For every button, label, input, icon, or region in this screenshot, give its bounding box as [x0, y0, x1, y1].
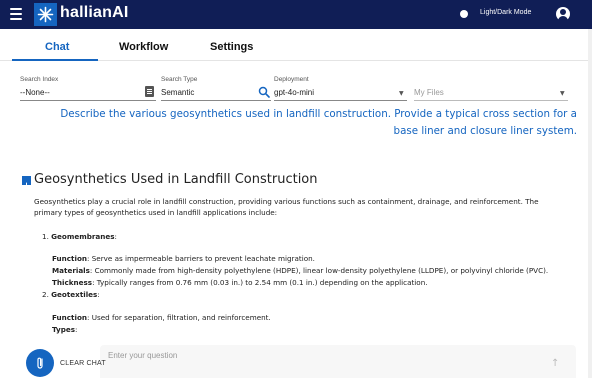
- detail-text: : Commonly made from high-density polyet…: [89, 266, 549, 275]
- theme-toggle-icon[interactable]: [460, 10, 468, 18]
- clear-chat-button[interactable]: CLEAR CHAT: [60, 360, 106, 367]
- my-files-select[interactable]: My Files: [414, 88, 444, 97]
- paperclip-icon: [37, 357, 43, 369]
- search-index-label: Search Index: [20, 76, 59, 83]
- detail-line: Materials: Commonly made from high-densi…: [52, 265, 572, 276]
- list-number: 1.: [42, 232, 49, 241]
- answer-intro: Geosynthetics play a crucial role in lan…: [34, 197, 539, 217]
- list-item-heading: Geotextiles: [51, 290, 98, 299]
- list-item-heading: Geomembranes: [51, 232, 115, 241]
- list-number: 2.: [42, 290, 49, 299]
- detail-text: : Serve as impermeable barriers to preve…: [87, 254, 315, 263]
- detail-key: Materials: [52, 266, 90, 275]
- detail-key: Function: [52, 254, 87, 263]
- search-type-label: Search Type: [161, 76, 198, 83]
- deployment-label: Deployment: [274, 76, 309, 83]
- detail-key: Thickness: [52, 278, 93, 287]
- detail-line: Types:: [52, 324, 572, 335]
- document-icon[interactable]: [145, 86, 154, 97]
- detail-text: : Typically ranges from 0.76 mm (0.03 in…: [92, 278, 428, 287]
- assistant-avatar-icon: [22, 176, 31, 191]
- detail-line: Function: Serve as impermeable barriers …: [52, 253, 572, 264]
- detail-text: : Used for separation, filtration, and r…: [87, 313, 271, 322]
- user-question: Describe the various geosynthetics used …: [60, 108, 577, 137]
- search-index-underline: [20, 100, 156, 101]
- answer-title: Geosynthetics Used in Landfill Construct…: [34, 172, 318, 187]
- my-files-underline: [414, 100, 568, 101]
- search-type-underline: [161, 100, 271, 101]
- list-item-suffix: :: [114, 232, 117, 241]
- list-item: 1. Geomembranes:: [42, 232, 117, 241]
- list-item-suffix: :: [97, 290, 100, 299]
- top-app-bar: hallianAI Light/Dark Mode: [0, 0, 592, 29]
- menu-icon[interactable]: [10, 8, 22, 20]
- detail-key: Function: [52, 313, 87, 322]
- tab-chat[interactable]: Chat: [45, 41, 69, 53]
- user-avatar-icon[interactable]: [556, 7, 570, 21]
- deployment-underline: [274, 100, 407, 101]
- detail-key: Types: [52, 325, 76, 334]
- page-scrollbar[interactable]: [588, 29, 592, 378]
- detail-line: Thickness: Typically ranges from 0.76 mm…: [52, 277, 572, 288]
- attach-file-button[interactable]: [26, 349, 54, 377]
- tab-settings[interactable]: Settings: [210, 41, 253, 53]
- list-item: 2. Geotextiles:: [42, 290, 100, 299]
- brand-name: hallianAI: [60, 4, 129, 21]
- detail-line: Function: Used for separation, filtratio…: [52, 312, 572, 323]
- search-icon[interactable]: [258, 86, 270, 98]
- search-index-select[interactable]: --None--: [20, 88, 50, 97]
- deployment-chevron-down-icon[interactable]: ▼: [399, 90, 404, 97]
- detail-text: :: [75, 325, 78, 334]
- question-input[interactable]: [108, 348, 528, 362]
- tab-workflow[interactable]: Workflow: [119, 41, 168, 53]
- tab-bar: Chat Workflow Settings: [0, 37, 592, 61]
- active-tab-indicator: [12, 59, 98, 61]
- search-type-select[interactable]: Semantic: [161, 88, 194, 97]
- deployment-select[interactable]: gpt-4o-mini: [274, 88, 314, 97]
- theme-toggle-label[interactable]: Light/Dark Mode: [480, 9, 531, 16]
- logo-icon: [34, 3, 57, 26]
- send-arrow-icon[interactable]: ↑: [551, 358, 559, 369]
- my-files-chevron-down-icon[interactable]: ▼: [560, 90, 565, 97]
